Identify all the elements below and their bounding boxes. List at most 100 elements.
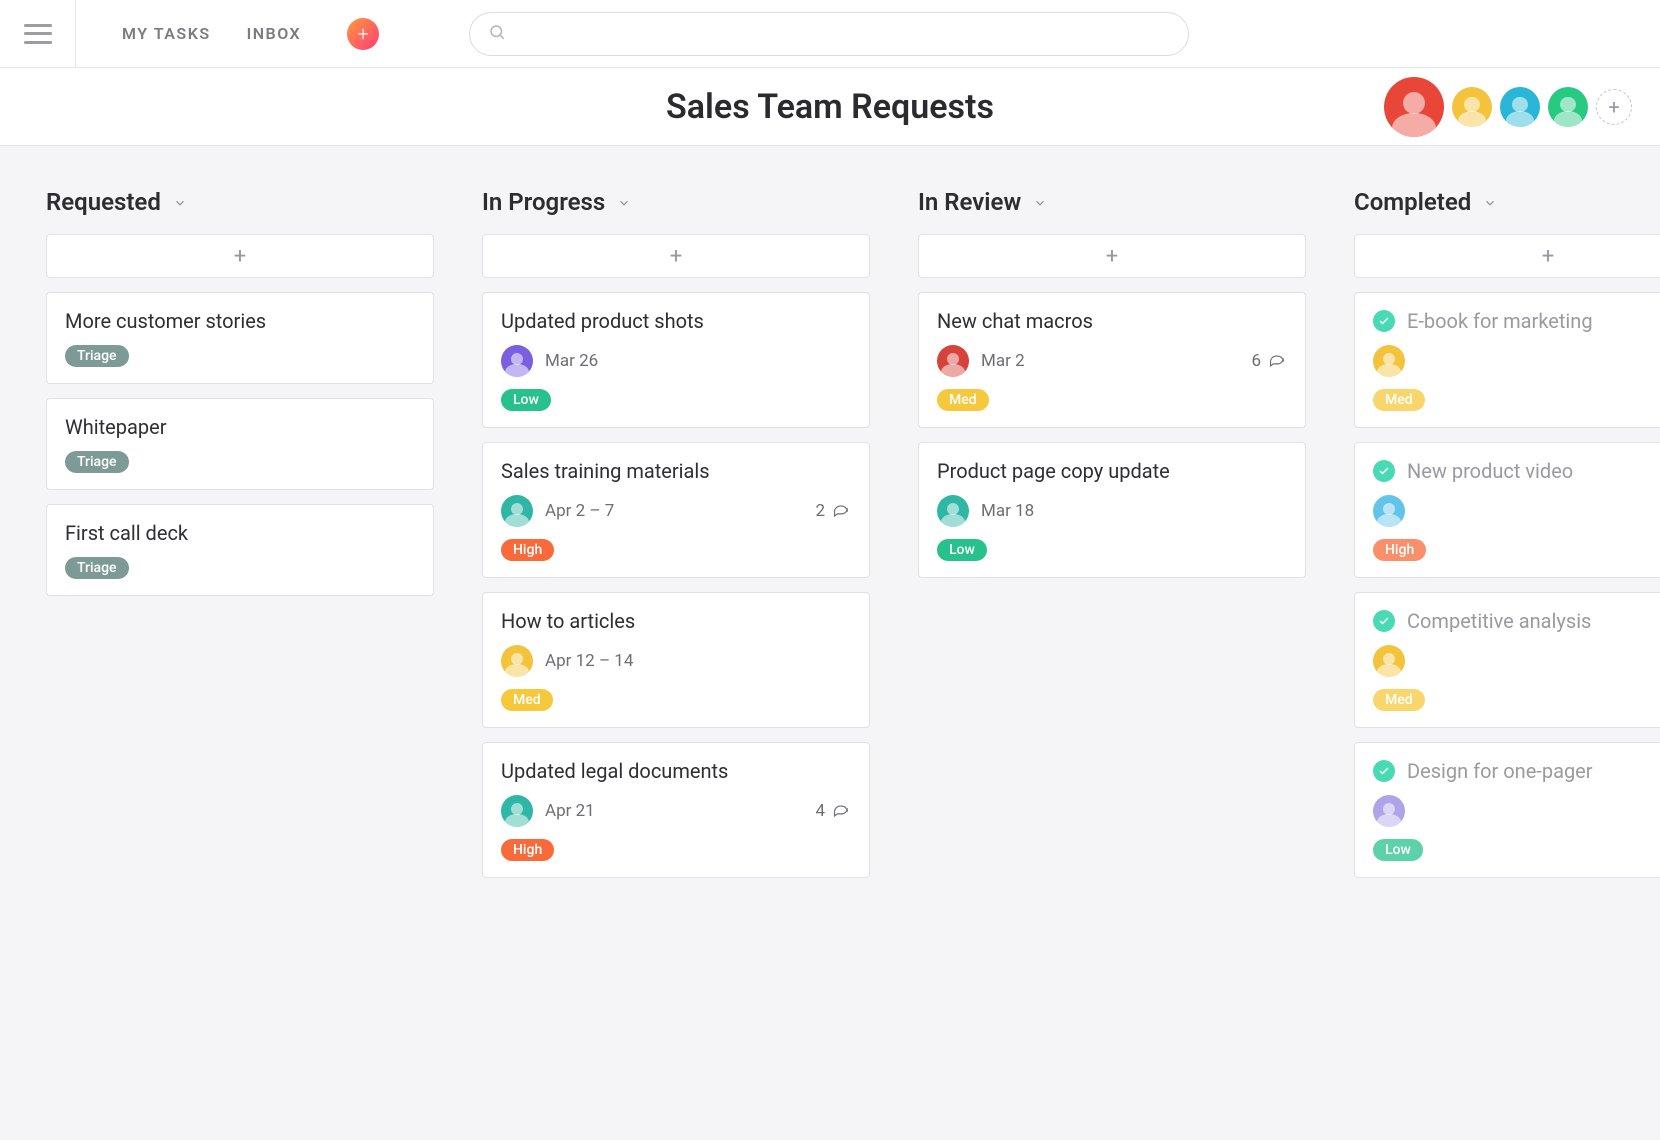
check-icon — [1373, 760, 1395, 782]
priority-tag: Med — [1373, 389, 1425, 411]
card-meta — [1373, 795, 1660, 827]
avatar — [501, 795, 533, 827]
search-box[interactable] — [469, 12, 1189, 56]
nav-my-tasks[interactable]: MY TASKS — [122, 24, 211, 43]
priority-tag: High — [501, 539, 554, 561]
task-card[interactable]: More customer stories Triage — [46, 292, 434, 384]
card-meta: Apr 21 4 — [501, 795, 851, 827]
nav-links: MY TASKS INBOX + — [76, 18, 379, 50]
card-title: New product video — [1407, 459, 1573, 483]
priority-tag: Triage — [65, 451, 129, 473]
avatar — [501, 345, 533, 377]
chevron-down-icon[interactable] — [1033, 195, 1047, 209]
project-members: + — [1384, 77, 1632, 137]
column-header[interactable]: Requested — [46, 188, 434, 216]
column-title: In Review — [918, 188, 1021, 216]
priority-tag: High — [1373, 539, 1426, 561]
priority-tag: Low — [1373, 839, 1423, 861]
card-meta: Apr 12 – 14 — [501, 645, 851, 677]
card-title: Updated product shots — [501, 309, 704, 333]
add-card-button[interactable]: + — [1354, 234, 1660, 278]
column-header[interactable]: Completed — [1354, 188, 1660, 216]
task-card[interactable]: Updated legal documentsApr 214High — [482, 742, 870, 878]
card-meta: Mar 26 — [937, 345, 1287, 377]
board-column: Requested+More customer storiesTriageWhi… — [46, 188, 434, 1140]
task-card[interactable]: New product video High — [1354, 442, 1660, 578]
chevron-down-icon[interactable] — [173, 195, 187, 209]
task-card[interactable]: E-book for marketing Med — [1354, 292, 1660, 428]
card-comments[interactable]: 4 — [815, 799, 851, 824]
card-date: Apr 12 – 14 — [545, 651, 633, 671]
task-card[interactable]: Product page copy updateMar 18Low — [918, 442, 1306, 578]
card-title: Whitepaper — [65, 415, 167, 439]
card-date: Apr 21 — [545, 801, 595, 821]
task-card[interactable]: Whitepaper Triage — [46, 398, 434, 490]
project-header: Sales Team Requests + — [0, 68, 1660, 146]
add-member-button[interactable]: + — [1596, 89, 1632, 125]
avatar — [1373, 645, 1405, 677]
comments-count: 4 — [815, 801, 825, 821]
priority-tag: Low — [501, 389, 551, 411]
add-card-button[interactable]: + — [46, 234, 434, 278]
card-meta: Mar 18 — [937, 495, 1287, 527]
board-column: In Review + New chat macros Mar 26 Med Produc… — [918, 188, 1306, 1140]
task-card[interactable]: New chat macros Mar 26 Med — [918, 292, 1306, 428]
card-comments[interactable]: 2 — [815, 499, 851, 524]
column-title: In Progress — [482, 188, 605, 216]
card-date: Apr 2 – 7 — [545, 501, 614, 521]
priority-tag: Med — [937, 389, 989, 411]
add-card-button[interactable]: + — [918, 234, 1306, 278]
board: Requested+More customer storiesTriageWhi… — [0, 146, 1660, 1140]
task-card[interactable]: Competitive analysisMed — [1354, 592, 1660, 728]
task-card[interactable]: Updated product shots Mar 26 Low — [482, 292, 870, 428]
column-title: Requested — [46, 188, 161, 216]
search-input[interactable] — [516, 25, 1170, 43]
priority-tag: Triage — [65, 345, 129, 367]
project-title: Sales Team Requests — [666, 87, 994, 127]
card-date: Mar 26 — [545, 351, 598, 371]
chevron-down-icon[interactable] — [617, 195, 631, 209]
avatar — [1373, 345, 1405, 377]
menu-icon[interactable] — [24, 24, 52, 44]
card-comments[interactable]: 6 — [1251, 349, 1287, 374]
avatar — [937, 495, 969, 527]
priority-tag: Med — [1373, 689, 1425, 711]
avatar — [1384, 77, 1444, 137]
card-meta — [1373, 645, 1660, 677]
check-icon — [1373, 610, 1395, 632]
card-meta: Mar 26 — [501, 345, 851, 377]
card-meta — [1373, 345, 1660, 377]
task-card[interactable]: Design for one-pagerLow — [1354, 742, 1660, 878]
nav-inbox[interactable]: INBOX — [247, 24, 302, 43]
task-card[interactable]: First call deckTriage — [46, 504, 434, 596]
column-title: Completed — [1354, 188, 1471, 216]
comment-icon — [831, 499, 851, 524]
card-title: Product page copy update — [937, 459, 1170, 483]
check-icon — [1373, 460, 1395, 482]
avatar — [1548, 87, 1588, 127]
column-header[interactable]: In Progress — [482, 188, 870, 216]
card-meta: Apr 2 – 7 2 — [501, 495, 851, 527]
column-header[interactable]: In Review — [918, 188, 1306, 216]
card-date: Mar 18 — [981, 501, 1034, 521]
chevron-down-icon[interactable] — [1483, 195, 1497, 209]
card-title: New chat macros — [937, 309, 1093, 333]
task-card[interactable]: Sales training materialsApr 2 – 72High — [482, 442, 870, 578]
card-title: E-book for marketing — [1407, 309, 1593, 333]
avatar — [937, 345, 969, 377]
board-column: Completed + E-book for marketing Med New pro… — [1354, 188, 1660, 1140]
hamburger-container — [0, 0, 76, 67]
avatar — [501, 495, 533, 527]
avatar — [1373, 795, 1405, 827]
global-add-button[interactable]: + — [347, 18, 379, 50]
task-card[interactable]: How to articlesApr 12 – 14Med — [482, 592, 870, 728]
avatar — [501, 645, 533, 677]
comments-count: 6 — [1251, 351, 1261, 371]
comment-icon — [831, 799, 851, 824]
comments-count: 2 — [815, 501, 825, 521]
top-nav: MY TASKS INBOX + — [0, 0, 1660, 68]
add-card-button[interactable]: + — [482, 234, 870, 278]
search-icon — [488, 23, 506, 45]
card-title: More customer stories — [65, 309, 266, 333]
priority-tag: High — [501, 839, 554, 861]
